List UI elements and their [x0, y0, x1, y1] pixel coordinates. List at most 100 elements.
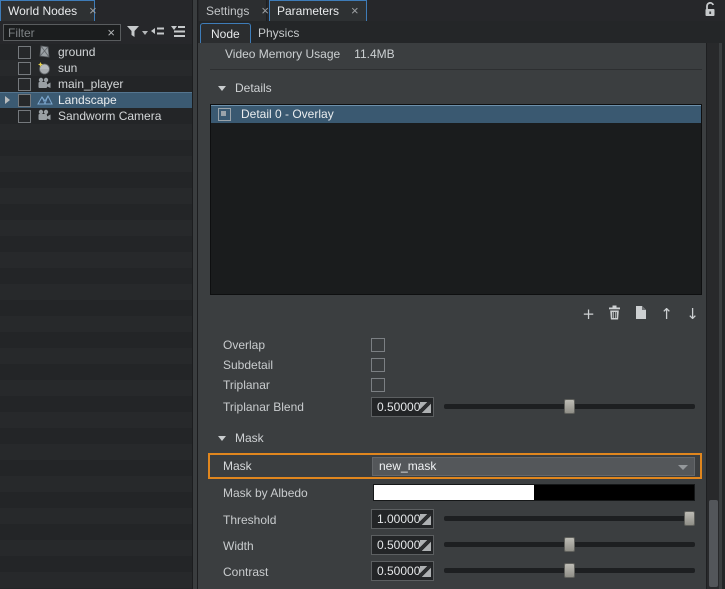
node-physics-tabbar: Node Physics [198, 21, 725, 43]
mask-by-albedo-gradient[interactable] [373, 484, 695, 501]
node-tree: ground sun [0, 44, 192, 589]
separator [210, 69, 702, 70]
tab-world-nodes[interactable]: World Nodes × [0, 0, 95, 21]
contrast-slider[interactable] [444, 568, 695, 573]
triplanar-blend-slider[interactable] [444, 404, 695, 409]
node-enable-checkbox[interactable] [18, 46, 31, 59]
detail-item-row[interactable]: Detail 0 - Overlay [211, 105, 701, 123]
filter-funnel-button[interactable] [126, 24, 148, 41]
node-enable-checkbox[interactable] [18, 62, 31, 75]
threshold-label: Threshold [223, 512, 276, 528]
node-enable-checkbox[interactable] [18, 78, 31, 91]
albedo-black-swatch[interactable] [534, 485, 694, 500]
editor-window: World Nodes × × [0, 0, 725, 589]
contrast-value: 0.50000 [377, 564, 420, 578]
close-icon[interactable]: × [89, 6, 97, 16]
subdetail-label: Subdetail [223, 357, 273, 373]
arrow-down-icon: ↓ [686, 307, 699, 322]
detail-enable-checkbox[interactable] [218, 108, 231, 121]
filter-input[interactable] [4, 26, 102, 40]
camera-icon [37, 109, 51, 123]
slider-handle[interactable] [564, 537, 575, 552]
expand-hierarchy-button[interactable] [170, 24, 186, 41]
width-field[interactable]: 0.50000 [371, 535, 434, 555]
details-section-label: Details [235, 81, 272, 95]
expander-icon[interactable] [5, 96, 10, 104]
tree-item-label: Sandworm Camera [58, 109, 161, 123]
drag-spinner-icon[interactable] [420, 514, 431, 525]
mask-row-highlighted: Mask new_mask [208, 453, 702, 479]
filter-clear-icon[interactable]: × [102, 25, 120, 40]
world-nodes-tabbar: World Nodes × [0, 0, 192, 22]
overlap-checkbox[interactable] [371, 338, 385, 352]
tab-settings[interactable]: Settings × [199, 0, 267, 21]
vertical-scrollbar[interactable] [706, 43, 719, 589]
parameters-tabbar: Settings × Parameters × [198, 0, 725, 22]
overlap-label: Overlap [223, 337, 265, 353]
clone-button[interactable] [633, 306, 648, 323]
contrast-label: Contrast [223, 564, 268, 580]
mask-dropdown[interactable]: new_mask [372, 457, 695, 476]
triplanar-checkbox[interactable] [371, 378, 385, 392]
drag-spinner-icon[interactable] [420, 566, 431, 577]
panel-right-edge [719, 43, 725, 589]
tab-parameters[interactable]: Parameters × [269, 0, 367, 21]
plus-icon: + [582, 307, 595, 322]
mask-section-header[interactable]: Mask [218, 431, 264, 445]
threshold-field[interactable]: 1.00000 [371, 509, 434, 529]
tree-item-label: main_player [58, 77, 123, 91]
scrollbar-thumb[interactable] [709, 500, 718, 587]
triplanar-label: Triplanar [223, 377, 270, 393]
collapse-hierarchy-icon [150, 25, 165, 40]
funnel-icon [126, 25, 140, 41]
drag-spinner-icon[interactable] [420, 402, 431, 413]
lock-button[interactable] [698, 0, 722, 21]
video-memory-usage: Video Memory Usage 11.4MB [225, 47, 395, 61]
slider-handle[interactable] [564, 399, 575, 414]
contrast-field[interactable]: 0.50000 [371, 561, 434, 581]
expand-hierarchy-icon [170, 25, 186, 40]
close-icon[interactable]: × [351, 6, 359, 16]
mesh-icon [37, 45, 51, 59]
tree-row-ground[interactable]: ground [0, 44, 192, 60]
tree-item-label: ground [58, 45, 95, 59]
triplanar-blend-field[interactable]: 0.50000 [371, 397, 434, 417]
video-memory-label: Video Memory Usage [225, 47, 340, 61]
tab-settings-label: Settings [206, 4, 249, 18]
tab-node[interactable]: Node [200, 23, 251, 43]
tree-row-sun[interactable]: sun [0, 60, 192, 76]
node-enable-checkbox[interactable] [18, 110, 31, 123]
albedo-white-swatch[interactable] [374, 485, 534, 500]
subdetail-checkbox[interactable] [371, 358, 385, 372]
slider-handle[interactable] [684, 511, 695, 526]
add-button[interactable]: + [581, 306, 596, 323]
chevron-down-icon [142, 31, 148, 35]
move-up-button[interactable]: ↑ [659, 306, 674, 323]
tree-row-sandworm-camera[interactable]: Sandworm Camera [0, 108, 192, 124]
triplanar-blend-value: 0.50000 [377, 400, 420, 414]
node-enable-checkbox[interactable] [18, 94, 31, 107]
video-memory-value: 11.4MB [354, 47, 394, 61]
tree-row-main-player[interactable]: main_player [0, 76, 192, 92]
chevron-down-icon [678, 465, 688, 470]
detail-item-label: Detail 0 - Overlay [241, 107, 334, 121]
close-icon[interactable]: × [261, 6, 269, 16]
threshold-slider[interactable] [444, 516, 695, 521]
drag-spinner-icon[interactable] [420, 540, 431, 551]
parameters-panel: Settings × Parameters × Node [198, 0, 725, 589]
tab-node-label: Node [211, 27, 240, 41]
collapse-triangle-icon [218, 436, 226, 441]
unlock-icon [703, 1, 717, 20]
details-section-header[interactable]: Details [218, 81, 272, 95]
collapse-hierarchy-button[interactable] [150, 24, 165, 41]
delete-button[interactable] [607, 306, 622, 323]
tree-row-landscape[interactable]: Landscape [0, 92, 192, 108]
filter-input-wrap: × [3, 24, 121, 41]
mask-by-albedo-label: Mask by Albedo [223, 485, 308, 501]
move-down-button[interactable]: ↓ [685, 306, 700, 323]
width-slider[interactable] [444, 542, 695, 547]
mask-section-label: Mask [235, 431, 264, 445]
filter-bar: × [0, 21, 192, 44]
slider-handle[interactable] [564, 563, 575, 578]
tab-physics[interactable]: Physics [248, 23, 309, 43]
